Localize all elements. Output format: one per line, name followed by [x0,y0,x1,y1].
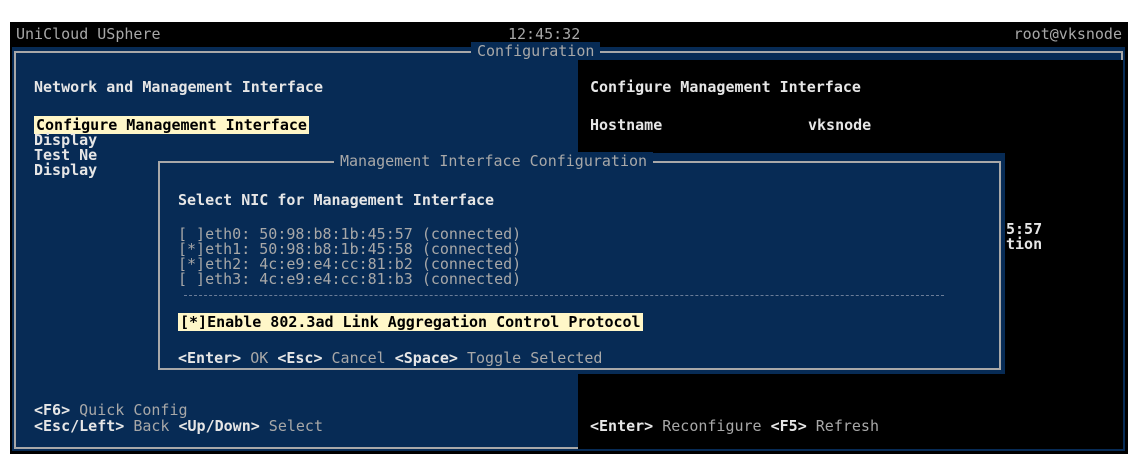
hostname-label: Hostname [590,116,663,134]
dialog-title: Management Interface Configuration [334,152,654,170]
toggle-key[interactable]: <Space> [395,349,458,367]
dialog-heading: Select NIC for Management Interface [178,191,495,209]
left-footer-line-2: <Esc/Left> Back <Up/Down> Select [34,417,323,435]
clock: 12:45:32 [508,25,581,43]
partial-status-text: tion [1006,235,1043,253]
hostname-value: vksnode [808,116,872,134]
user-host: root@vksnode [1013,25,1122,43]
ok-key[interactable]: <Enter> [178,349,241,367]
right-heading: Configure Management Interface [590,78,861,96]
nic-option-eth3[interactable]: [ ]eth3: 4c:e9:e4:cc:81:b3 (connected) [178,270,521,288]
configuration-panel: Configuration Network and Management Int… [12,42,1125,451]
right-footer: <Enter> Reconfigure <F5> Refresh [590,417,879,435]
product-name: UniCloud USphere [16,25,161,43]
configuration-title: Configuration [471,42,601,60]
cancel-key[interactable]: <Esc> [277,349,322,367]
lacp-toggle[interactable]: [*]Enable 802.3ad Link Aggregation Contr… [178,313,643,331]
management-interface-dialog: Management Interface Configuration Selec… [154,152,1005,374]
dialog-footer: <Enter> OK <Esc> Cancel <Space> Toggle S… [178,349,603,367]
terminal-screen: UniCloud USphere 12:45:32 root@vksnode C… [10,22,1128,454]
menu-item-display-2[interactable]: Display [34,161,97,179]
left-heading: Network and Management Interface [34,78,323,96]
dashed-separator [184,295,944,296]
checkbox-eth3[interactable]: [ ] [178,270,205,288]
